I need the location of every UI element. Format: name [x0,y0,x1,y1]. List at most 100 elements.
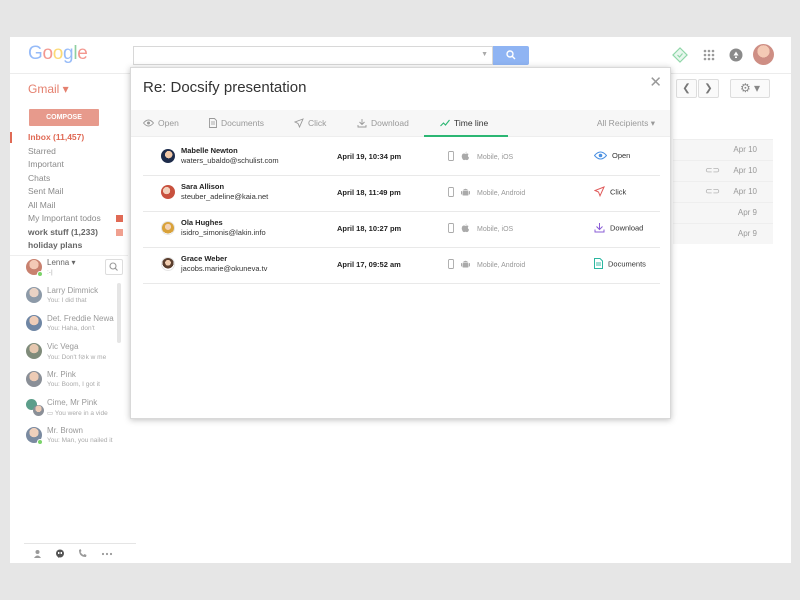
recipients-dropdown[interactable]: All Recipients ▾ [597,110,655,136]
sidebar-item-all-mail[interactable]: All Mail [10,199,128,213]
recipient-name: Sara Allison [181,182,225,191]
close-icon[interactable]: ✕ [649,73,662,91]
hangouts-icon[interactable] [55,549,65,561]
chat-self-name[interactable]: Lenna ▾ [47,258,75,267]
chat-contact[interactable]: Larry Dimmick You: I did that [24,285,124,311]
chat-contact[interactable]: Mr. Brown You: Man, you nailed it [24,425,124,451]
tab-documents[interactable]: Documents [209,110,264,136]
avatar [26,315,42,331]
event-date: April 19, 10:34 pm [337,152,402,161]
eye-icon [593,151,608,160]
search-input[interactable]: ▼ [133,46,493,65]
settings-button[interactable]: ⚙ ▾ [730,79,770,98]
event-action-label: Documents [608,259,646,269]
logo-letter: o [42,43,53,64]
mail-date: Apr 10 [733,187,757,196]
tab-label: Download [371,118,409,128]
device-info: Mobile, iOS [448,151,513,163]
apps-grid-icon[interactable] [700,46,718,64]
chat-contact-name: Vic Vega [47,342,79,351]
avatar [26,343,42,359]
timeline-row[interactable]: Sara Allison steuber_adeline@kaia.net Ap… [143,176,660,212]
sidebar-item-label: My Important todos [28,213,101,223]
tab-label: Documents [221,118,264,128]
chat-contact-message: ▭ You were in a vide [47,409,108,417]
apple-icon [461,223,470,235]
chat-self-status-text[interactable]: :-| [47,269,53,276]
next-page-button[interactable]: ❯ [698,79,719,98]
search-button[interactable] [493,46,529,65]
avatar [161,257,175,271]
android-icon [461,187,470,199]
google-logo[interactable]: Google [28,43,88,65]
video-icon: ▭ [47,410,55,417]
timeline-row[interactable]: Mabelle Newton waters_ubaldo@schulist.co… [143,140,660,176]
event-action-label: Click [610,187,627,197]
mail-row[interactable]: Apr 9 [673,202,773,223]
mail-row[interactable]: Apr 9 [673,223,773,244]
sidebar-item-work-stuff[interactable]: work stuff (1,233) [10,226,128,240]
tracking-modal: Re: Docsify presentation ✕ Open Document… [130,67,671,419]
sidebar-item-sent-mail[interactable]: Sent Mail [10,185,128,199]
avatar [161,149,175,163]
mobile-phone-icon [448,259,454,271]
more-options-icon[interactable] [101,549,113,560]
chat-contact[interactable]: Vic Vega You: Don't f⊘k w me [24,341,124,367]
gear-icon: ⚙ ▾ [739,81,761,95]
gmail-menu-label[interactable]: Gmail ▾ [28,82,69,96]
label-color-tag [116,215,123,222]
prev-page-button[interactable]: ❮ [676,79,697,98]
docsify-extension-icon[interactable] [671,46,689,64]
sidebar-item-starred[interactable]: Starred [10,145,128,159]
timeline-row[interactable]: Grace Weber jacobs.marie@okuneva.tv Apri… [143,248,660,284]
account-avatar[interactable] [753,44,774,65]
attachment-icon: ⊂⊃ [705,165,721,175]
cursor-icon [593,186,605,198]
chat-contact-group[interactable]: Cime, Mr Pink ▭ You were in a vide [24,397,124,423]
cursor-icon [293,117,304,128]
recipient-name: Grace Weber [181,254,228,263]
document-icon [594,258,603,269]
tab-timeline[interactable]: Time line [440,110,488,136]
avatar [26,371,42,387]
event-date: April 18, 11:49 pm [337,188,401,197]
mobile-phone-icon [448,223,454,235]
event-action: Open [593,151,630,161]
notifications-icon[interactable] [727,46,745,64]
device-info: Mobile, Android [448,187,525,199]
mail-row[interactable]: ⊂⊃ Apr 10 [673,160,773,181]
chat-contact-name: Det. Freddie Newa [47,314,114,323]
device-label: Mobile, iOS [477,225,514,233]
sidebar-item-inbox[interactable]: Inbox (11,457) [10,131,128,145]
search-options-icon[interactable]: ▼ [481,51,488,58]
device-info: Mobile, Android [448,259,525,271]
attachment-icon: ⊂⊃ [705,186,721,196]
eye-icon [142,119,155,127]
chat-contact[interactable]: Mr. Pink You: Boom, I got it [24,369,124,395]
sidebar-item-holiday-plans[interactable]: holiday plans [10,239,128,253]
mail-row[interactable]: Apr 10 [673,139,773,160]
timeline-row[interactable]: Ola Hughes isidro_simonis@lakin.info Apr… [143,212,660,248]
sidebar-item-chats[interactable]: Chats [10,172,128,186]
sidebar-nav: Inbox (11,457) Starred Important Chats S… [10,131,128,256]
chat-contact-name: Mr. Pink [47,370,76,379]
chat-contact-message: You: I did that [47,297,87,304]
contacts-icon[interactable] [33,549,42,560]
mail-row[interactable]: ⊂⊃ Apr 10 [673,181,773,202]
avatar [33,405,44,416]
android-icon [461,259,470,271]
active-tab-indicator [424,135,508,137]
phone-icon[interactable] [78,549,87,560]
tab-open[interactable]: Open [142,110,179,136]
sidebar-item-important[interactable]: Important [10,158,128,172]
tab-download[interactable]: Download [357,110,409,136]
online-status-icon [37,271,43,277]
recipient-name: Ola Hughes [181,218,223,227]
chat-search-button[interactable] [105,259,123,275]
download-icon [594,223,605,233]
compose-button[interactable]: COMPOSE [29,109,99,126]
sidebar-item-my-important-todos[interactable]: My Important todos [10,212,128,226]
tab-click[interactable]: Click [293,110,326,136]
chat-contact[interactable]: Det. Freddie Newa You: Haha, don't [24,313,124,339]
chat-contact-name: Mr. Brown [47,426,84,435]
